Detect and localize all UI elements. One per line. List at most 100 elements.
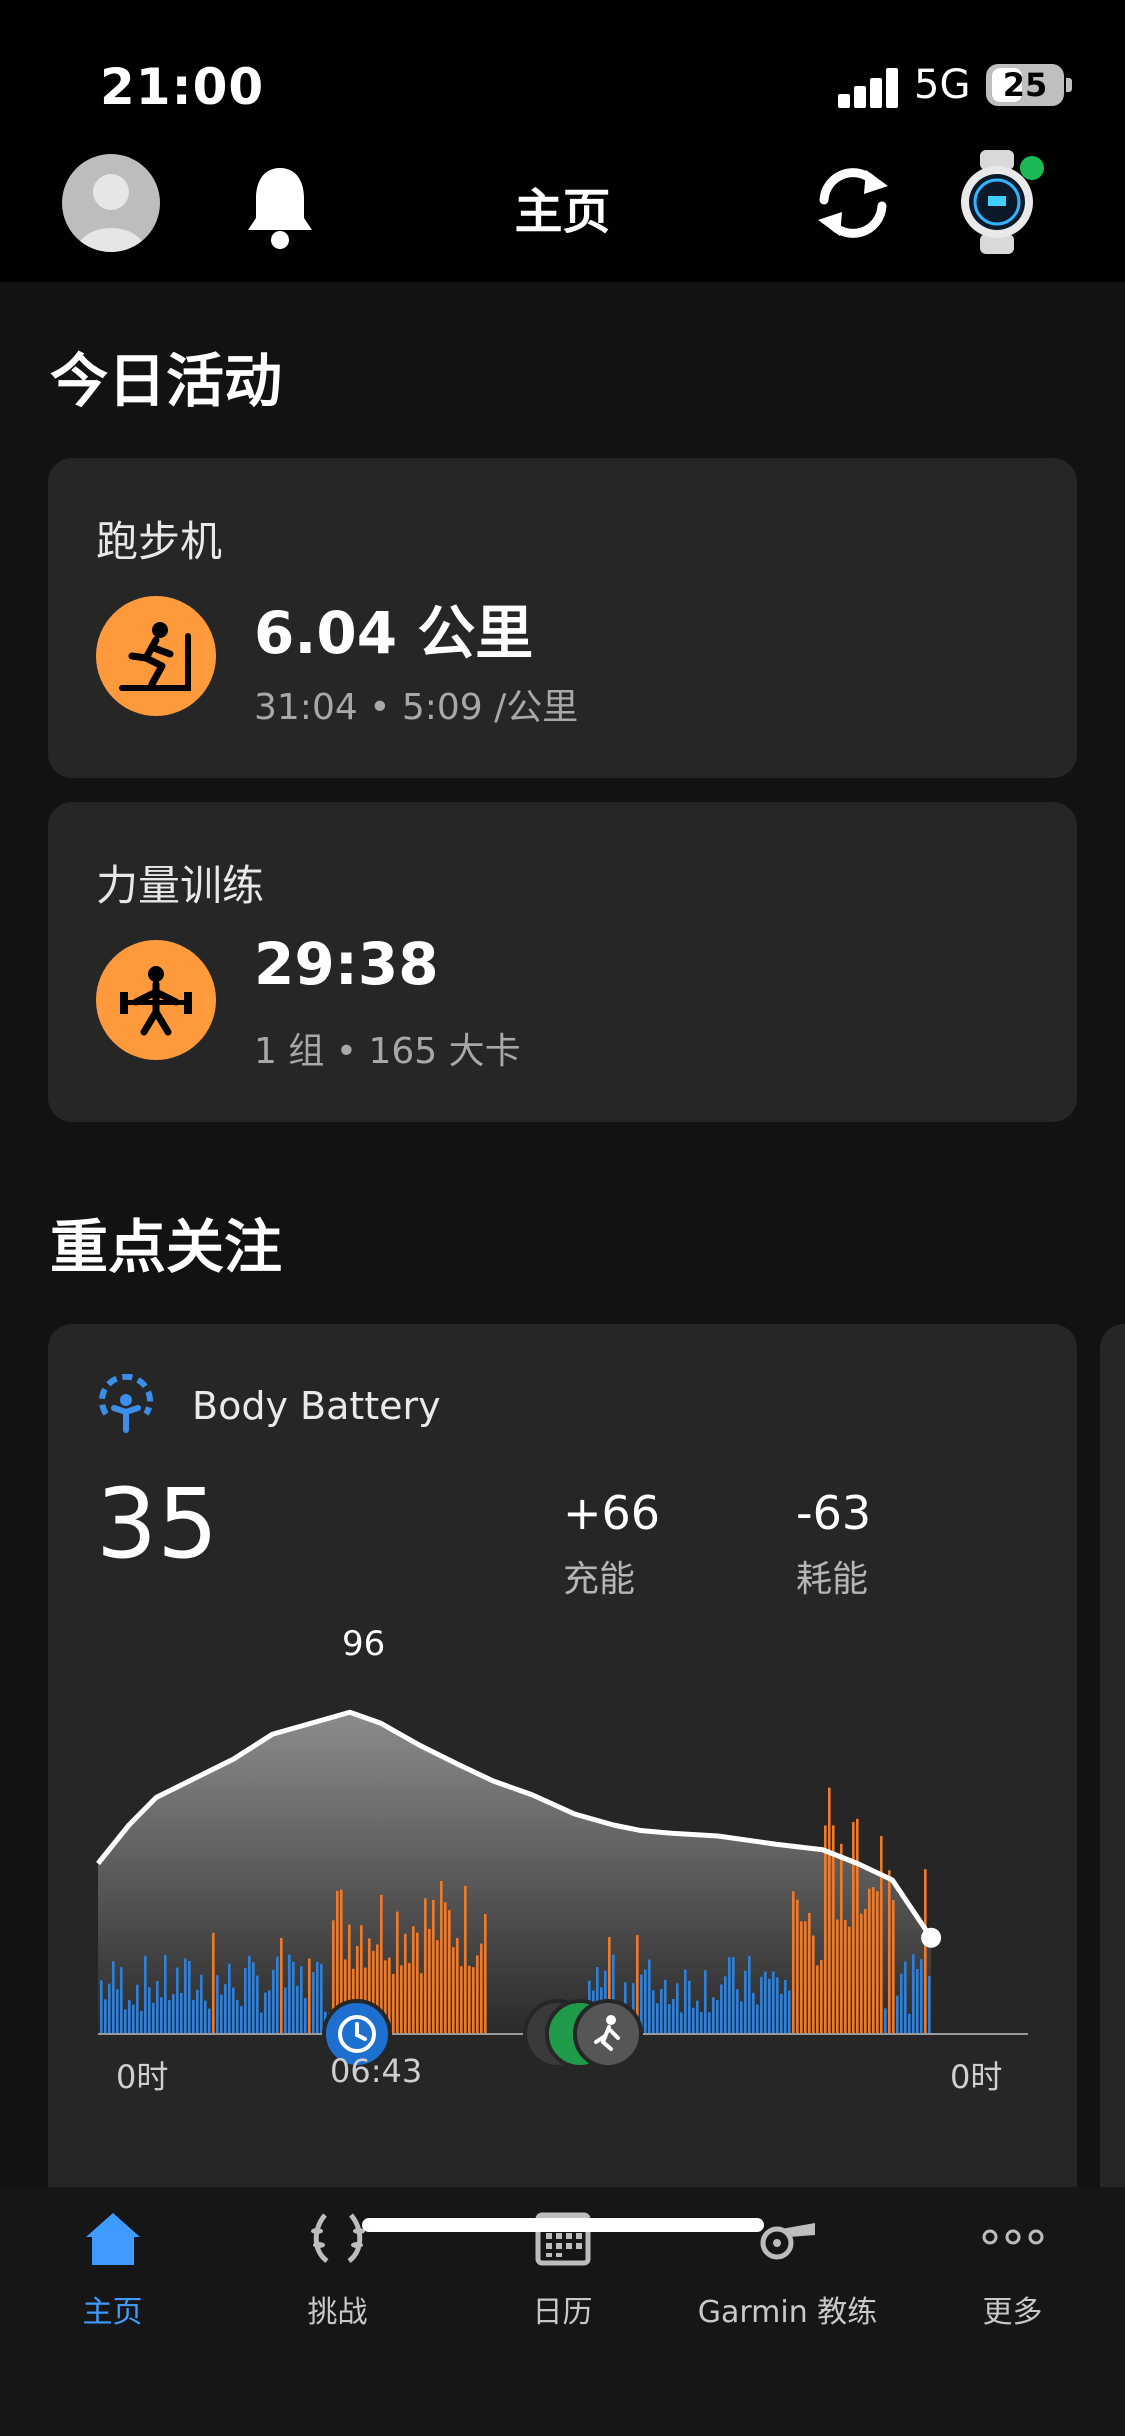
- stress-bar: [480, 1943, 483, 2034]
- stress-bar: [860, 1913, 863, 2034]
- highlights-title: 重点关注: [50, 1213, 283, 1281]
- stress-bar: [824, 1825, 827, 2034]
- rest-bar: [316, 1961, 319, 2034]
- rest-bar: [112, 1961, 115, 2034]
- next-highlight-card[interactable]: [1100, 1324, 1125, 2187]
- stress-bar: [308, 1958, 311, 2034]
- stress-bar: [464, 1885, 467, 2034]
- sync-icon[interactable]: [810, 160, 896, 246]
- stress-bar: [876, 1891, 879, 2034]
- tab-more[interactable]: 更多: [900, 2207, 1125, 2347]
- activity-card-treadmill[interactable]: 跑步机 6.04 公里 31:04 • 5:09 /公里: [48, 458, 1077, 778]
- stress-bar: [212, 1932, 215, 2034]
- rest-bar: [192, 1999, 195, 2034]
- rest-bar: [268, 1990, 271, 2034]
- rest-bar: [904, 1961, 907, 2034]
- rest-bar: [720, 1984, 723, 2034]
- rest-bar: [760, 1976, 763, 2034]
- stress-bar: [812, 1935, 815, 2034]
- rest-bar: [276, 1956, 279, 2034]
- stress-bar: [476, 1955, 479, 2034]
- rest-bar: [684, 1969, 687, 2034]
- stress-bar: [416, 1932, 419, 2034]
- stress-bar: [808, 1912, 811, 2034]
- stress-bar: [892, 1900, 895, 2034]
- rest-bar: [304, 1998, 307, 2034]
- rest-bar: [736, 1989, 739, 2034]
- rest-bar: [884, 2008, 887, 2034]
- body-battery-chart[interactable]: [48, 1664, 1077, 2187]
- rest-bar: [184, 1958, 187, 2034]
- rest-bar: [116, 1989, 119, 2034]
- stress-bar: [436, 1940, 439, 2034]
- stress-bar: [844, 1919, 847, 2034]
- rest-bar: [748, 1956, 751, 2034]
- stress-bar: [400, 1965, 403, 2034]
- rest-bar: [204, 2000, 207, 2034]
- stress-bar: [396, 1911, 399, 2034]
- signal-icon: [838, 68, 900, 108]
- calendar-icon: [535, 2212, 591, 2266]
- activity-name: 跑步机: [96, 517, 223, 566]
- rest-bar: [716, 2000, 719, 2034]
- status-bar: 21:00 5G 25: [0, 0, 1125, 150]
- tab-label: 主页: [82, 2295, 143, 2330]
- tab-label: Garmin 教练: [697, 2295, 878, 2330]
- rest-bar: [320, 1964, 323, 2034]
- rest-bar: [712, 1997, 715, 2034]
- today-activity-title: 今日活动: [50, 347, 283, 415]
- strength-icon: [96, 940, 216, 1060]
- stress-bar: [868, 1888, 871, 2034]
- stress-bar: [856, 1818, 859, 2034]
- rest-bar: [920, 1959, 923, 2034]
- rest-bar: [256, 1975, 259, 2034]
- rest-bar: [248, 1955, 251, 2034]
- rest-bar: [312, 1972, 315, 2034]
- battery-percent: 25: [1002, 66, 1048, 104]
- rest-bar: [660, 1988, 663, 2034]
- rest-bar: [908, 2013, 911, 2034]
- whistle-icon: [760, 2223, 815, 2260]
- rest-bar: [208, 2008, 211, 2034]
- tab-label: 挑战: [307, 2295, 368, 2330]
- rest-bar: [120, 1967, 123, 2034]
- activity-duration: 29:38: [254, 930, 439, 998]
- home-icon: [86, 2213, 140, 2265]
- rest-bar: [260, 2012, 263, 2034]
- stress-bar: [448, 1910, 451, 2034]
- rest-bar: [144, 1955, 147, 2034]
- rest-bar: [152, 2002, 155, 2034]
- activity-marker-walk-icon[interactable]: [573, 1999, 643, 2069]
- rest-bar: [688, 1980, 691, 2034]
- stress-bar: [836, 1919, 839, 2034]
- rest-bar: [672, 1998, 675, 2034]
- rest-bar: [656, 2003, 659, 2034]
- rest-bar: [928, 1976, 931, 2034]
- body-battery-card[interactable]: Body Battery 35 +66 充能 -63 耗能 96 0时 06:4…: [48, 1324, 1077, 2187]
- stress-bar: [872, 1887, 875, 2034]
- rest-bar: [752, 1992, 755, 2034]
- rest-bar: [224, 1984, 227, 2034]
- stress-bar: [864, 1908, 867, 2034]
- charged-label: 充能: [563, 1559, 636, 1600]
- stress-bar: [432, 1900, 435, 2034]
- rest-bar: [896, 1995, 899, 2034]
- rest-bar: [128, 1999, 131, 2034]
- rest-bar: [264, 1992, 267, 2034]
- rest-bar: [728, 1957, 731, 2034]
- rest-bar: [100, 1980, 103, 2034]
- more-icon: [982, 2229, 1044, 2245]
- rest-bar: [740, 2001, 743, 2034]
- rest-bar: [168, 2000, 171, 2034]
- axis-label-end: 0时: [950, 2058, 1003, 2096]
- rest-bar: [216, 1975, 219, 2034]
- rest-bar: [176, 1967, 179, 2034]
- rest-bar: [768, 1978, 771, 2034]
- stress-bar: [424, 1898, 427, 2034]
- battery-icon: 25: [986, 64, 1064, 106]
- home-content[interactable]: 今日活动 跑步机 6.04 公里 31:04 • 5:09 /公里 力量训练 2…: [0, 282, 1125, 2187]
- rest-bar: [704, 1970, 707, 2034]
- activity-card-strength[interactable]: 力量训练 29:38 1 组 • 165 大卡: [48, 802, 1077, 1122]
- tab-home[interactable]: 主页: [0, 2207, 225, 2347]
- body-battery-icon: [99, 1374, 153, 1433]
